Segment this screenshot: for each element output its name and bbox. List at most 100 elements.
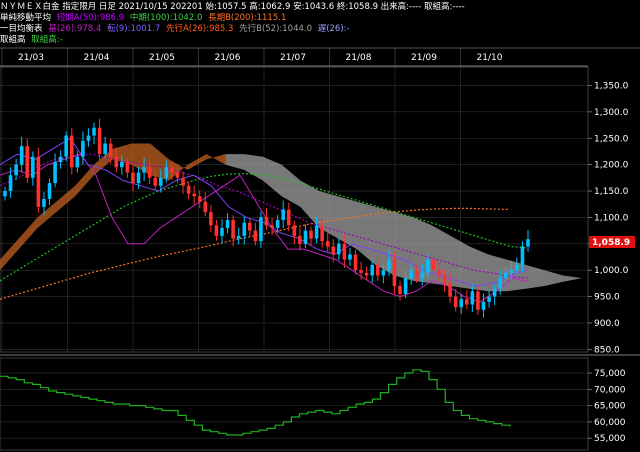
y-tick-label: 1,200.0	[594, 161, 629, 171]
candle-body	[509, 270, 514, 273]
candle-body	[487, 296, 491, 302]
candle-body	[19, 146, 24, 165]
y-tick-label: 1,000.0	[594, 266, 629, 276]
candle-body	[520, 246, 525, 265]
candle-body	[381, 270, 386, 276]
x-tick-label: 21/04	[84, 53, 110, 63]
candle-body	[236, 235, 241, 239]
candle-body	[192, 193, 196, 197]
candle-body	[359, 270, 363, 273]
candle-body	[348, 254, 352, 260]
candle-body	[197, 196, 202, 202]
candle-body	[142, 167, 146, 173]
candle-body	[515, 264, 519, 271]
candle-body	[3, 191, 7, 197]
y-tick-label: 1,350.0	[594, 81, 629, 91]
candle-body	[103, 143, 107, 155]
candle-body	[42, 198, 46, 207]
candle-body	[97, 127, 102, 155]
candle-body	[114, 156, 119, 168]
candle-body	[81, 140, 85, 157]
x-tick-label: 21/10	[477, 53, 503, 63]
candle-body	[36, 156, 41, 207]
candle-body	[337, 243, 341, 255]
candle-body	[242, 222, 247, 236]
candle-body	[298, 235, 302, 244]
candle-body	[492, 288, 497, 297]
candle-body	[214, 225, 219, 236]
last-price-text: 1,058.9	[592, 238, 630, 248]
x-tick-label: 21/08	[346, 53, 372, 63]
candle-body	[209, 212, 213, 226]
y-tick-label: 1,150.0	[594, 187, 629, 197]
candle-body	[136, 172, 141, 184]
candle-body	[125, 162, 130, 173]
candle-body	[498, 278, 502, 289]
y-tick-label: 850.0	[594, 345, 620, 355]
candle-body	[309, 230, 313, 239]
candle-body	[120, 162, 124, 168]
candle-body	[25, 146, 30, 178]
candle-body	[14, 164, 18, 176]
oi-axis: 55,000 60,000 65,000 70,000 75,000	[588, 369, 626, 444]
candle-body	[448, 283, 452, 297]
candle-body	[170, 167, 174, 173]
price-axis: 850.0900.0950.01,000.01,050.01,100.01,15…	[588, 81, 629, 355]
candle-body	[420, 272, 425, 279]
candle-body	[203, 201, 208, 213]
candle-body	[108, 143, 113, 157]
oi-y-tick-label: 60,000	[594, 418, 626, 428]
candle-body	[398, 286, 402, 294]
candle-body	[342, 243, 347, 260]
candle-body	[225, 220, 230, 228]
oi-y-tick-label: 75,000	[594, 369, 626, 379]
candle-body	[470, 291, 475, 305]
candle-body	[292, 225, 297, 236]
candle-body	[53, 162, 57, 184]
price-chart[interactable]: 21/03 21/04 21/05 21/06 21/07 21/08 21/09 21/10…	[0, 0, 640, 452]
candle-body	[325, 241, 330, 247]
candle-body	[526, 239, 530, 247]
candle-body	[158, 177, 163, 186]
candle-body	[92, 127, 96, 136]
candle-body	[175, 172, 180, 178]
oi-plot-area	[0, 357, 589, 451]
y-tick-label: 1,100.0	[594, 213, 629, 223]
candle-body	[220, 227, 224, 236]
candle-body	[387, 259, 391, 271]
candle-body	[437, 270, 441, 276]
y-tick-label: 900.0	[594, 319, 620, 329]
candle-body	[286, 209, 291, 226]
candle-body	[147, 167, 152, 178]
candle-body	[320, 225, 324, 242]
candle-body	[253, 230, 258, 242]
candle-body	[69, 135, 74, 168]
y-tick-label: 1,300.0	[594, 108, 629, 118]
candle-body	[364, 272, 369, 276]
candle-body	[453, 296, 458, 308]
candle-body	[403, 278, 408, 294]
candle-body	[270, 225, 274, 228]
oi-y-tick-label: 55,000	[594, 434, 626, 444]
candle-body	[75, 156, 80, 168]
candle-body	[181, 177, 185, 186]
candle-body	[409, 270, 413, 279]
candle-body	[64, 135, 69, 157]
x-tick-label: 21/09	[411, 53, 437, 63]
candle-body	[375, 264, 380, 276]
candle-body	[281, 209, 285, 221]
x-tick-label: 21/06	[215, 53, 241, 63]
candle-body	[331, 246, 336, 255]
candle-body	[86, 135, 91, 141]
candle-body	[8, 175, 13, 192]
candle-body	[459, 299, 464, 308]
candle-body	[186, 185, 191, 194]
x-tick-label: 21/05	[149, 53, 175, 63]
oi-y-tick-label: 65,000	[594, 402, 626, 412]
x-tick-label: 21/07	[280, 53, 306, 63]
y-tick-label: 950.0	[594, 293, 620, 303]
candle-body	[303, 230, 308, 244]
candle-body	[476, 291, 480, 310]
candle-body	[248, 222, 252, 231]
candle-body	[392, 259, 397, 287]
